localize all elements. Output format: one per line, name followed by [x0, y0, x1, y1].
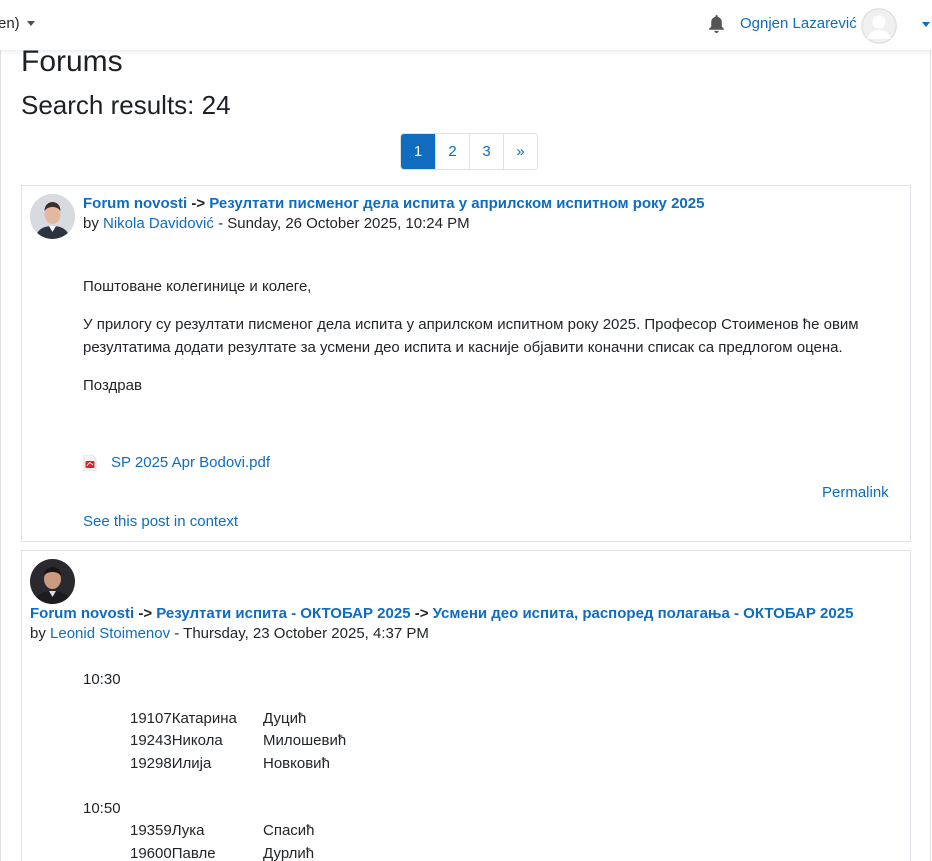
- student-id-name: 19600Павле: [130, 845, 216, 861]
- post-closing: Поздрав: [83, 377, 142, 394]
- time-slot: 10:30: [83, 671, 121, 688]
- region-border: [930, 50, 931, 861]
- author-link[interactable]: Nikola Davidović: [103, 215, 214, 232]
- student-id-name: 19359Лука: [130, 822, 205, 839]
- forum-link[interactable]: Forum novosti: [30, 605, 134, 622]
- search-results-heading: Search results: 24: [21, 90, 231, 120]
- discussion-link[interactable]: Резултати писменог дела испита у априлск…: [209, 195, 704, 212]
- student-surname: Дуцић: [263, 710, 307, 727]
- page-2-link[interactable]: 2: [435, 134, 469, 169]
- author-avatar[interactable]: [30, 559, 75, 604]
- top-navbar: en) Ognjen Lazarević: [0, 0, 932, 50]
- time-slot: 10:50: [83, 800, 121, 817]
- see-in-context-label: See this post in context: [83, 513, 239, 530]
- post-byline: by Nikola Davidović - Sunday, 26 October…: [83, 212, 470, 235]
- attachment: SP 2025 Apr Bodovi.pdf: [83, 451, 270, 474]
- pagination: 1 2 3 »: [400, 133, 538, 170]
- language-menu[interactable]: en): [0, 15, 35, 32]
- pdf-file-icon: [83, 454, 97, 471]
- by-label: by: [83, 215, 99, 232]
- language-label: en): [0, 15, 20, 32]
- forum-post: Forum novosti -> Резултати испита - ОКТО…: [21, 550, 911, 861]
- forum-link[interactable]: Forum novosti: [83, 195, 187, 212]
- author-link[interactable]: Leonid Stoimenov: [50, 625, 170, 642]
- student-id-name: 19107Катарина: [130, 710, 237, 727]
- region-border: [0, 50, 1, 861]
- chevron-down-icon: [26, 21, 35, 26]
- see-in-context-link[interactable]: See this post in context: [83, 510, 238, 533]
- author-photo: [30, 194, 75, 239]
- separator: ->: [138, 605, 153, 622]
- avatar[interactable]: [861, 8, 897, 44]
- post-body-line: У прилогу су резултати писменог дела исп…: [83, 316, 859, 333]
- page-3-link[interactable]: 3: [469, 134, 503, 169]
- bell-icon[interactable]: [708, 15, 725, 34]
- student-surname: Дурлић: [263, 845, 315, 861]
- attachment-link[interactable]: SP 2025 Apr Bodovi.pdf: [111, 451, 270, 474]
- permalink-label: Permalink: [822, 484, 889, 501]
- author-photo: [30, 559, 75, 604]
- post-date: - Sunday, 26 October 2025, 10:24 PM: [218, 215, 470, 232]
- post-subject-link[interactable]: Усмени део испита, распоред полагања - О…: [433, 605, 854, 622]
- student-surname: Новковић: [263, 755, 330, 772]
- next-page-link[interactable]: »: [503, 134, 537, 169]
- student-id-name: 19243Никола: [130, 732, 223, 749]
- post-byline: by Leonid Stoimenov - Thursday, 23 Octob…: [30, 622, 429, 645]
- student-surname: Спасић: [263, 822, 315, 839]
- student-surname: Милошевић: [263, 732, 347, 749]
- page-1-link[interactable]: 1: [401, 134, 435, 169]
- post-date: - Thursday, 23 October 2025, 4:37 PM: [174, 625, 429, 642]
- author-avatar[interactable]: [30, 194, 75, 239]
- separator: ->: [414, 605, 429, 622]
- page-title: Forums: [21, 45, 123, 78]
- student-id-name: 19298Илија: [130, 755, 212, 772]
- separator: ->: [191, 195, 206, 212]
- user-name-link[interactable]: Ognjen Lazarević: [740, 15, 857, 32]
- post-body-line: резултатима додати резултате за усмени д…: [83, 339, 843, 356]
- discussion-link[interactable]: Резултати испита - ОКТОБАР 2025: [156, 605, 410, 622]
- user-menu-chevron-icon[interactable]: [922, 22, 930, 27]
- post-greeting: Поштоване колегинице и колеге,: [83, 278, 312, 295]
- by-label: by: [30, 625, 46, 642]
- user-icon: [861, 8, 897, 44]
- permalink-link[interactable]: Permalink: [822, 481, 889, 504]
- forum-post: Forum novosti -> Резултати писменог дела…: [21, 185, 911, 542]
